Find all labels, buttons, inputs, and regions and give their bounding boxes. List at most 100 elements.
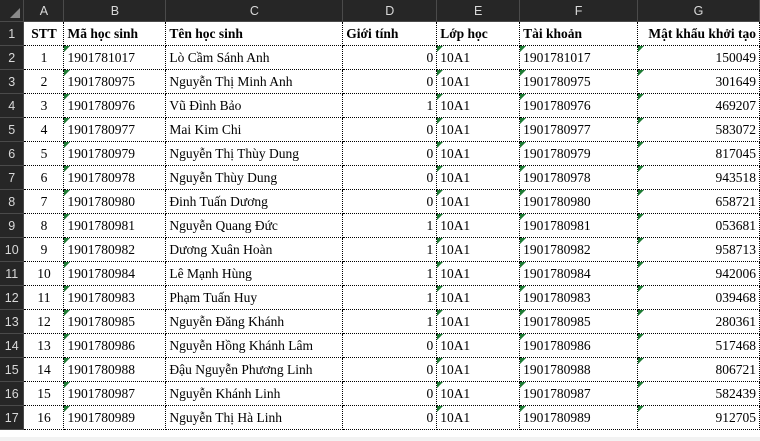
cell-tai-khoan[interactable]: 1901780976: [519, 93, 638, 118]
row-number[interactable]: 14: [0, 333, 25, 358]
cell-tai-khoan[interactable]: 1901780980: [519, 189, 638, 214]
cell-mat-khau[interactable]: 039468: [637, 285, 760, 310]
cell-ten-hoc-sinh[interactable]: Nguyễn Đăng Khánh: [165, 309, 344, 334]
cell-ten-hoc-sinh[interactable]: Mai Kim Chi: [165, 117, 344, 142]
cell-stt[interactable]: 6: [23, 165, 65, 190]
header-cell-mat-khau[interactable]: Mật khẩu khởi tạo: [637, 21, 760, 46]
cell-ten-hoc-sinh[interactable]: Lò Cầm Sánh Anh: [165, 45, 344, 70]
cell-ma-hoc-sinh[interactable]: 1901780977: [63, 117, 167, 142]
column-header-b[interactable]: B: [63, 0, 167, 22]
row-number[interactable]: 3: [0, 69, 25, 94]
cell-ma-hoc-sinh[interactable]: 1901780989: [63, 405, 167, 430]
cell-mat-khau[interactable]: 806721: [637, 357, 760, 382]
cell-lop-hoc[interactable]: 10A1: [436, 189, 521, 214]
cell-tai-khoan[interactable]: 1901780978: [519, 165, 638, 190]
cell-tai-khoan[interactable]: 1901780984: [519, 261, 638, 286]
cell-gioi-tinh[interactable]: 0: [342, 333, 438, 358]
header-cell-tai-khoan[interactable]: Tài khoản: [519, 21, 638, 46]
cell-lop-hoc[interactable]: 10A1: [436, 381, 521, 406]
cell-stt[interactable]: 1: [23, 45, 65, 70]
cell-mat-khau[interactable]: 942006: [637, 261, 760, 286]
cell-lop-hoc[interactable]: 10A1: [436, 285, 521, 310]
cell-mat-khau[interactable]: 301649: [637, 69, 760, 94]
cell-gioi-tinh[interactable]: 0: [342, 405, 438, 430]
cell-tai-khoan[interactable]: 1901780983: [519, 285, 638, 310]
cell-ten-hoc-sinh[interactable]: Đậu Nguyễn Phương Linh: [165, 357, 344, 382]
header-cell-ma-hoc-sinh[interactable]: Mã học sinh: [63, 21, 167, 46]
cell-tai-khoan[interactable]: 1901780977: [519, 117, 638, 142]
row-number[interactable]: 5: [0, 117, 25, 142]
cell-gioi-tinh[interactable]: 0: [342, 357, 438, 382]
cell-tai-khoan[interactable]: 1901781017: [519, 45, 638, 70]
row-number[interactable]: 1: [0, 21, 25, 46]
cell-ma-hoc-sinh[interactable]: 1901781017: [63, 45, 167, 70]
cell-ma-hoc-sinh[interactable]: 1901780981: [63, 213, 167, 238]
cell-stt[interactable]: 3: [23, 93, 65, 118]
cell-ten-hoc-sinh[interactable]: Đinh Tuấn Dương: [165, 189, 344, 214]
header-cell-stt[interactable]: STT: [23, 21, 65, 46]
cell-ten-hoc-sinh[interactable]: Dương Xuân Hoàn: [165, 237, 344, 262]
cell-ten-hoc-sinh[interactable]: Nguyễn Thị Hà Linh: [165, 405, 344, 430]
cell-ma-hoc-sinh[interactable]: 1901780986: [63, 333, 167, 358]
cell-tai-khoan[interactable]: 1901780981: [519, 213, 638, 238]
cell-gioi-tinh[interactable]: 0: [342, 165, 438, 190]
cell-ten-hoc-sinh[interactable]: Nguyễn Thùy Dung: [165, 165, 344, 190]
cell-stt[interactable]: 10: [23, 261, 65, 286]
cell-ma-hoc-sinh[interactable]: 1901780980: [63, 189, 167, 214]
row-number[interactable]: 15: [0, 357, 25, 382]
cell-stt[interactable]: 13: [23, 333, 65, 358]
cell-gioi-tinh[interactable]: 0: [342, 189, 438, 214]
header-cell-ten-hoc-sinh[interactable]: Tên học sinh: [165, 21, 344, 46]
cell-mat-khau[interactable]: 053681: [637, 213, 760, 238]
cell-ma-hoc-sinh[interactable]: 1901780985: [63, 309, 167, 334]
cell-tai-khoan[interactable]: 1901780979: [519, 141, 638, 166]
cell-gioi-tinh[interactable]: 1: [342, 237, 438, 262]
cell-gioi-tinh[interactable]: 0: [342, 45, 438, 70]
cell-tai-khoan[interactable]: 1901780982: [519, 237, 638, 262]
cell-gioi-tinh[interactable]: 0: [342, 141, 438, 166]
cell-tai-khoan[interactable]: 1901780986: [519, 333, 638, 358]
header-cell-gioi-tinh[interactable]: Giới tính: [342, 21, 438, 46]
cell-mat-khau[interactable]: 817045: [637, 141, 760, 166]
horizontal-scrollbar[interactable]: [0, 437, 760, 441]
cell-mat-khau[interactable]: 958713: [637, 237, 760, 262]
column-header-f[interactable]: F: [519, 0, 638, 22]
cell-gioi-tinh[interactable]: 1: [342, 213, 438, 238]
cell-lop-hoc[interactable]: 10A1: [436, 357, 521, 382]
cell-stt[interactable]: 12: [23, 309, 65, 334]
cell-stt[interactable]: 7: [23, 189, 65, 214]
row-number[interactable]: 17: [0, 405, 25, 430]
cell-gioi-tinh[interactable]: 0: [342, 381, 438, 406]
row-number[interactable]: 8: [0, 189, 25, 214]
cell-ma-hoc-sinh[interactable]: 1901780978: [63, 165, 167, 190]
column-header-a[interactable]: A: [23, 0, 65, 22]
row-number[interactable]: 7: [0, 165, 25, 190]
cell-ma-hoc-sinh[interactable]: 1901780983: [63, 285, 167, 310]
column-header-d[interactable]: D: [342, 0, 438, 22]
cell-ma-hoc-sinh[interactable]: 1901780984: [63, 261, 167, 286]
cell-lop-hoc[interactable]: 10A1: [436, 405, 521, 430]
cell-ten-hoc-sinh[interactable]: Lê Mạnh Hùng: [165, 261, 344, 286]
cell-lop-hoc[interactable]: 10A1: [436, 213, 521, 238]
cell-stt[interactable]: 15: [23, 381, 65, 406]
cell-lop-hoc[interactable]: 10A1: [436, 309, 521, 334]
cell-stt[interactable]: 16: [23, 405, 65, 430]
cell-mat-khau[interactable]: 469207: [637, 93, 760, 118]
cell-lop-hoc[interactable]: 10A1: [436, 93, 521, 118]
cell-mat-khau[interactable]: 150049: [637, 45, 760, 70]
cell-gioi-tinh[interactable]: 1: [342, 309, 438, 334]
row-number[interactable]: 2: [0, 45, 25, 70]
row-number[interactable]: 12: [0, 285, 25, 310]
row-number[interactable]: 4: [0, 93, 25, 118]
row-number[interactable]: 11: [0, 261, 25, 286]
cell-tai-khoan[interactable]: 1901780985: [519, 309, 638, 334]
cell-lop-hoc[interactable]: 10A1: [436, 69, 521, 94]
cell-ma-hoc-sinh[interactable]: 1901780979: [63, 141, 167, 166]
cell-lop-hoc[interactable]: 10A1: [436, 165, 521, 190]
cell-stt[interactable]: 14: [23, 357, 65, 382]
cell-ten-hoc-sinh[interactable]: Phạm Tuấn Huy: [165, 285, 344, 310]
cell-ma-hoc-sinh[interactable]: 1901780975: [63, 69, 167, 94]
cell-gioi-tinh[interactable]: 1: [342, 285, 438, 310]
cell-lop-hoc[interactable]: 10A1: [436, 45, 521, 70]
cell-ten-hoc-sinh[interactable]: Nguyễn Quang Đức: [165, 213, 344, 238]
